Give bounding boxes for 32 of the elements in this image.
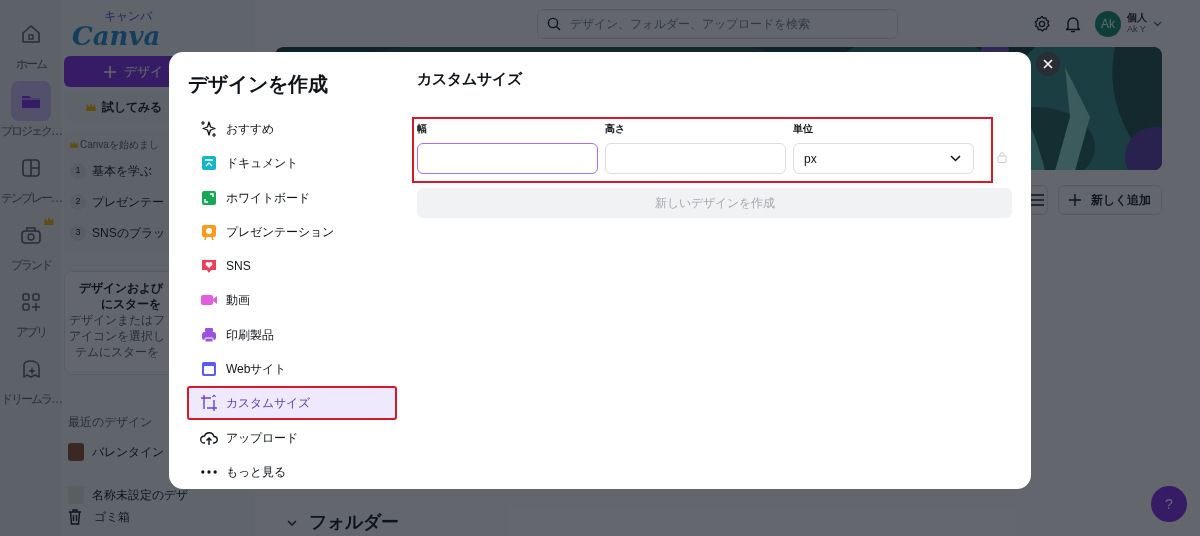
tip-title: にスターを: [101, 296, 161, 312]
recent-design-link[interactable]: バレンタイン: [92, 443, 164, 461]
unit-dropdown[interactable]: px: [793, 143, 974, 174]
menu-item[interactable]: プレゼンテーション: [187, 214, 397, 250]
logo: Canva: [72, 22, 162, 50]
field-label: 単位: [793, 122, 814, 136]
menu-item[interactable]: Webサイト: [187, 351, 397, 387]
step-link[interactable]: SNSのブラッ: [92, 223, 165, 242]
tip-title: デザインおよび: [79, 280, 163, 296]
menu-item[interactable]: もっと見る: [187, 454, 397, 489]
field-label: 高さ: [605, 122, 626, 136]
menu-item[interactable]: 印刷製品: [187, 317, 397, 352]
section-heading: フォルダー: [309, 511, 399, 534]
trash-link[interactable]: ゴミ箱: [94, 508, 130, 526]
step-number: 2: [70, 193, 86, 210]
avatar[interactable]: Ak: [1095, 10, 1121, 37]
menu-item[interactable]: ドキュメント: [187, 146, 397, 181]
menu-item[interactable]: SNS: [187, 249, 397, 284]
step-number: 1: [70, 162, 86, 179]
menu-item[interactable]: ホワイトボード: [187, 180, 397, 215]
menu-item[interactable]: アップロード: [187, 420, 397, 455]
add-new-button[interactable]: 新しく追加: [1058, 185, 1162, 215]
menu-item[interactable]: 動画: [187, 283, 397, 318]
step-link[interactable]: 基本を学ぶ: [92, 161, 152, 180]
recent-design-link[interactable]: 名称未設定のデザ: [92, 486, 188, 504]
step-number: 3: [70, 224, 86, 241]
account-plan: 個人: [1127, 12, 1147, 25]
menu-item[interactable]: カスタムサイズ: [187, 386, 397, 421]
field-label: 幅: [417, 122, 428, 136]
step-link[interactable]: プレゼンテー: [92, 192, 164, 211]
logo-ruby: キャンバ: [103, 10, 153, 22]
panel-title: カスタムサイズ: [417, 70, 524, 88]
